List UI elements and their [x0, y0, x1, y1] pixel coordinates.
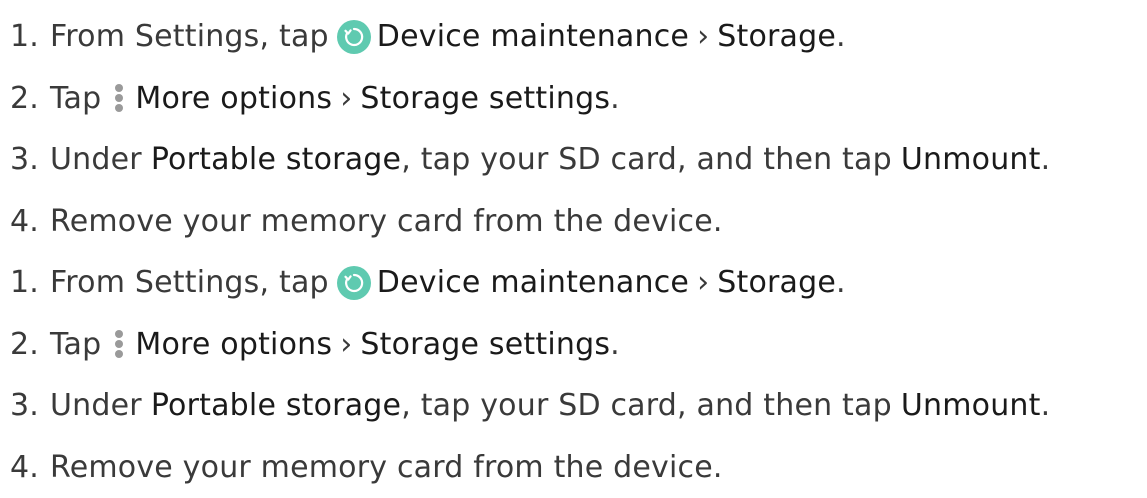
more-options-icon	[113, 330, 125, 358]
menu-term-storage: Storage	[717, 265, 836, 300]
step-3: 3. Under Portable storage , tap your SD …	[0, 129, 1147, 191]
separator-chevron: ›	[697, 265, 709, 300]
device-maintenance-icon-wrap	[337, 20, 371, 54]
menu-term-unmount: Unmount	[901, 388, 1041, 423]
menu-term-storage: Storage	[717, 19, 836, 54]
step-1: 1. From Settings, tap Device maintenance…	[0, 252, 1147, 314]
step-text: Remove your memory card from the device.	[50, 204, 723, 239]
step-number: 2.	[0, 81, 50, 116]
step-text: , tap your SD card, and then tap	[401, 388, 892, 423]
step-4: 4. Remove your memory card from the devi…	[0, 437, 1147, 498]
step-3: 3. Under Portable storage , tap your SD …	[0, 375, 1147, 437]
instructions-document: 1. From Settings, tap Device maintenance…	[0, 0, 1147, 495]
step-number: 2.	[0, 327, 50, 362]
step-text: Remove your memory card from the device.	[50, 450, 723, 485]
step-number: 1.	[0, 19, 50, 54]
step-number: 3.	[0, 388, 50, 423]
device-maintenance-icon	[337, 20, 371, 54]
step-number: 4.	[0, 204, 50, 239]
step-text: Under	[50, 388, 142, 423]
separator-chevron: ›	[340, 327, 352, 362]
menu-term-more-options: More options	[135, 81, 332, 116]
step-number: 1.	[0, 265, 50, 300]
menu-term-device-maintenance: Device maintenance	[377, 19, 689, 54]
step-punctuation: .	[610, 327, 620, 362]
menu-term-more-options: More options	[135, 327, 332, 362]
step-number: 4.	[0, 450, 50, 485]
separator-chevron: ›	[697, 19, 709, 54]
step-punctuation: .	[1041, 388, 1051, 423]
more-options-icon	[113, 84, 125, 112]
step-4: 4. Remove your memory card from the devi…	[0, 191, 1147, 253]
step-text: , tap your SD card, and then tap	[401, 142, 892, 177]
menu-term-storage-settings: Storage settings	[360, 327, 610, 362]
step-1: 1. From Settings, tap Device maintenance…	[0, 6, 1147, 68]
menu-term-portable-storage: Portable storage	[151, 142, 401, 177]
device-maintenance-icon	[337, 266, 371, 300]
step-punctuation: .	[836, 265, 846, 300]
step-punctuation: .	[1041, 142, 1051, 177]
step-text: Tap	[50, 327, 101, 362]
menu-term-storage-settings: Storage settings	[360, 81, 610, 116]
step-number: 3.	[0, 142, 50, 177]
step-text: From Settings, tap	[50, 265, 329, 300]
step-punctuation: .	[610, 81, 620, 116]
step-2: 2. Tap More options › Storage settings .	[0, 68, 1147, 130]
device-maintenance-icon-wrap	[337, 266, 371, 300]
menu-term-device-maintenance: Device maintenance	[377, 265, 689, 300]
separator-chevron: ›	[340, 81, 352, 116]
step-2: 2. Tap More options › Storage settings .	[0, 314, 1147, 376]
menu-term-portable-storage: Portable storage	[151, 388, 401, 423]
step-text: From Settings, tap	[50, 19, 329, 54]
step-text: Under	[50, 142, 142, 177]
menu-term-unmount: Unmount	[901, 142, 1041, 177]
step-text: Tap	[50, 81, 101, 116]
step-punctuation: .	[836, 19, 846, 54]
